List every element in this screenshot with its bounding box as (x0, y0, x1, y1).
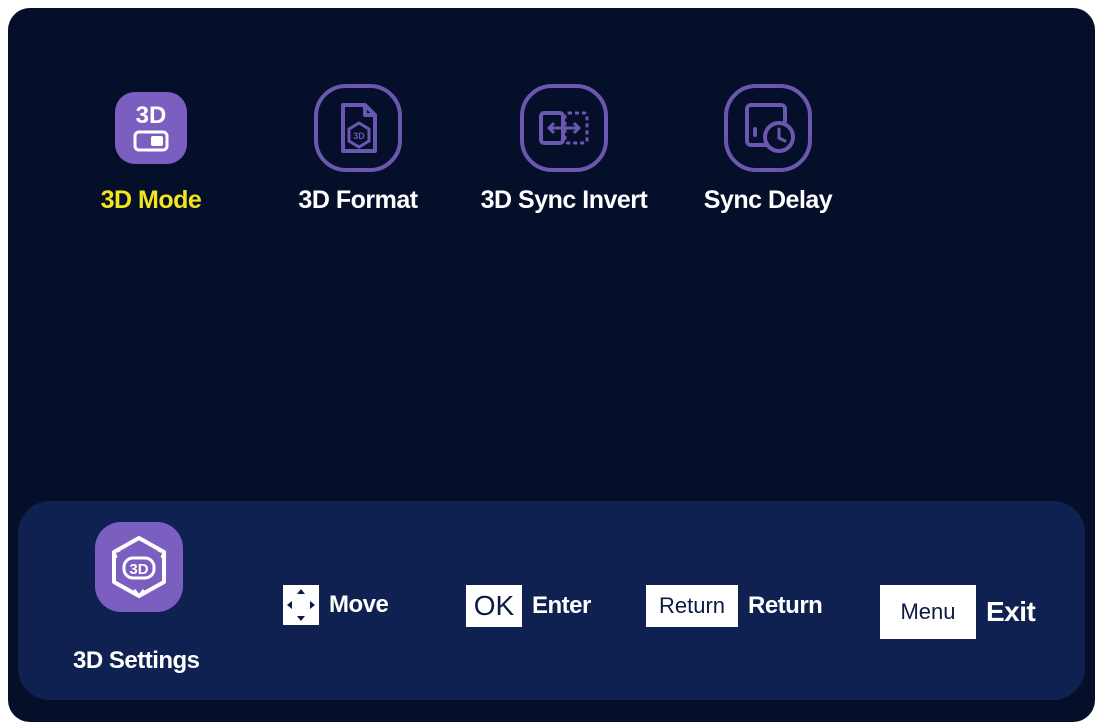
sync-invert-icon (518, 82, 610, 174)
hint-label: Enter (532, 592, 591, 619)
format-badge-text: 3D (353, 131, 365, 141)
3d-format-document-icon: 3D (312, 82, 404, 174)
hint-exit: Menu Exit (880, 585, 1036, 639)
3d-mode-glyph-text: 3D (136, 102, 167, 129)
menu-key-label: Menu (900, 599, 956, 624)
cube-glyph-text: 3D (129, 561, 148, 578)
hint-return: Return Return (646, 585, 823, 627)
menu-item-label: 3D Sync Invert (480, 186, 648, 214)
menu-key: Menu (880, 585, 976, 639)
hint-label: Move (329, 591, 389, 618)
3d-toggle-icon: 3D (105, 82, 197, 174)
sync-delay-clock-icon (722, 82, 814, 174)
hint-enter: OK Enter (466, 585, 591, 627)
return-key-label: Return (658, 593, 726, 618)
section-title: 3D Settings (73, 647, 200, 674)
menu-item-label: 3D Mode (100, 186, 202, 214)
hint-label: Exit (986, 596, 1036, 627)
hint-label: Return (748, 592, 823, 619)
menu-item-label: 3D Format (298, 186, 418, 214)
hint-move: Move (283, 585, 389, 625)
ok-key-label: OK (473, 590, 515, 621)
osd-window: 3D 3D Mode 3D 3D Format 3D Sync Invert S… (8, 8, 1095, 722)
menu-item-label: Sync Delay (703, 186, 833, 214)
menu-item-3d-sync-invert[interactable]: 3D Sync Invert (464, 82, 664, 215)
footer-panel: 3D 3D Settings Move OK Enter Return Retu… (18, 501, 1085, 700)
dpad-arrows-icon (283, 585, 319, 625)
3d-cube-icon: 3D (95, 522, 183, 612)
return-key: Return (646, 585, 738, 627)
ok-key: OK (466, 585, 522, 627)
menu-row: 3D 3D Mode 3D 3D Format 3D Sync Invert S… (8, 8, 1095, 238)
menu-item-3d-mode[interactable]: 3D 3D Mode (51, 82, 251, 215)
menu-item-sync-delay[interactable]: Sync Delay (668, 82, 868, 215)
menu-item-3d-format[interactable]: 3D 3D Format (258, 82, 458, 215)
